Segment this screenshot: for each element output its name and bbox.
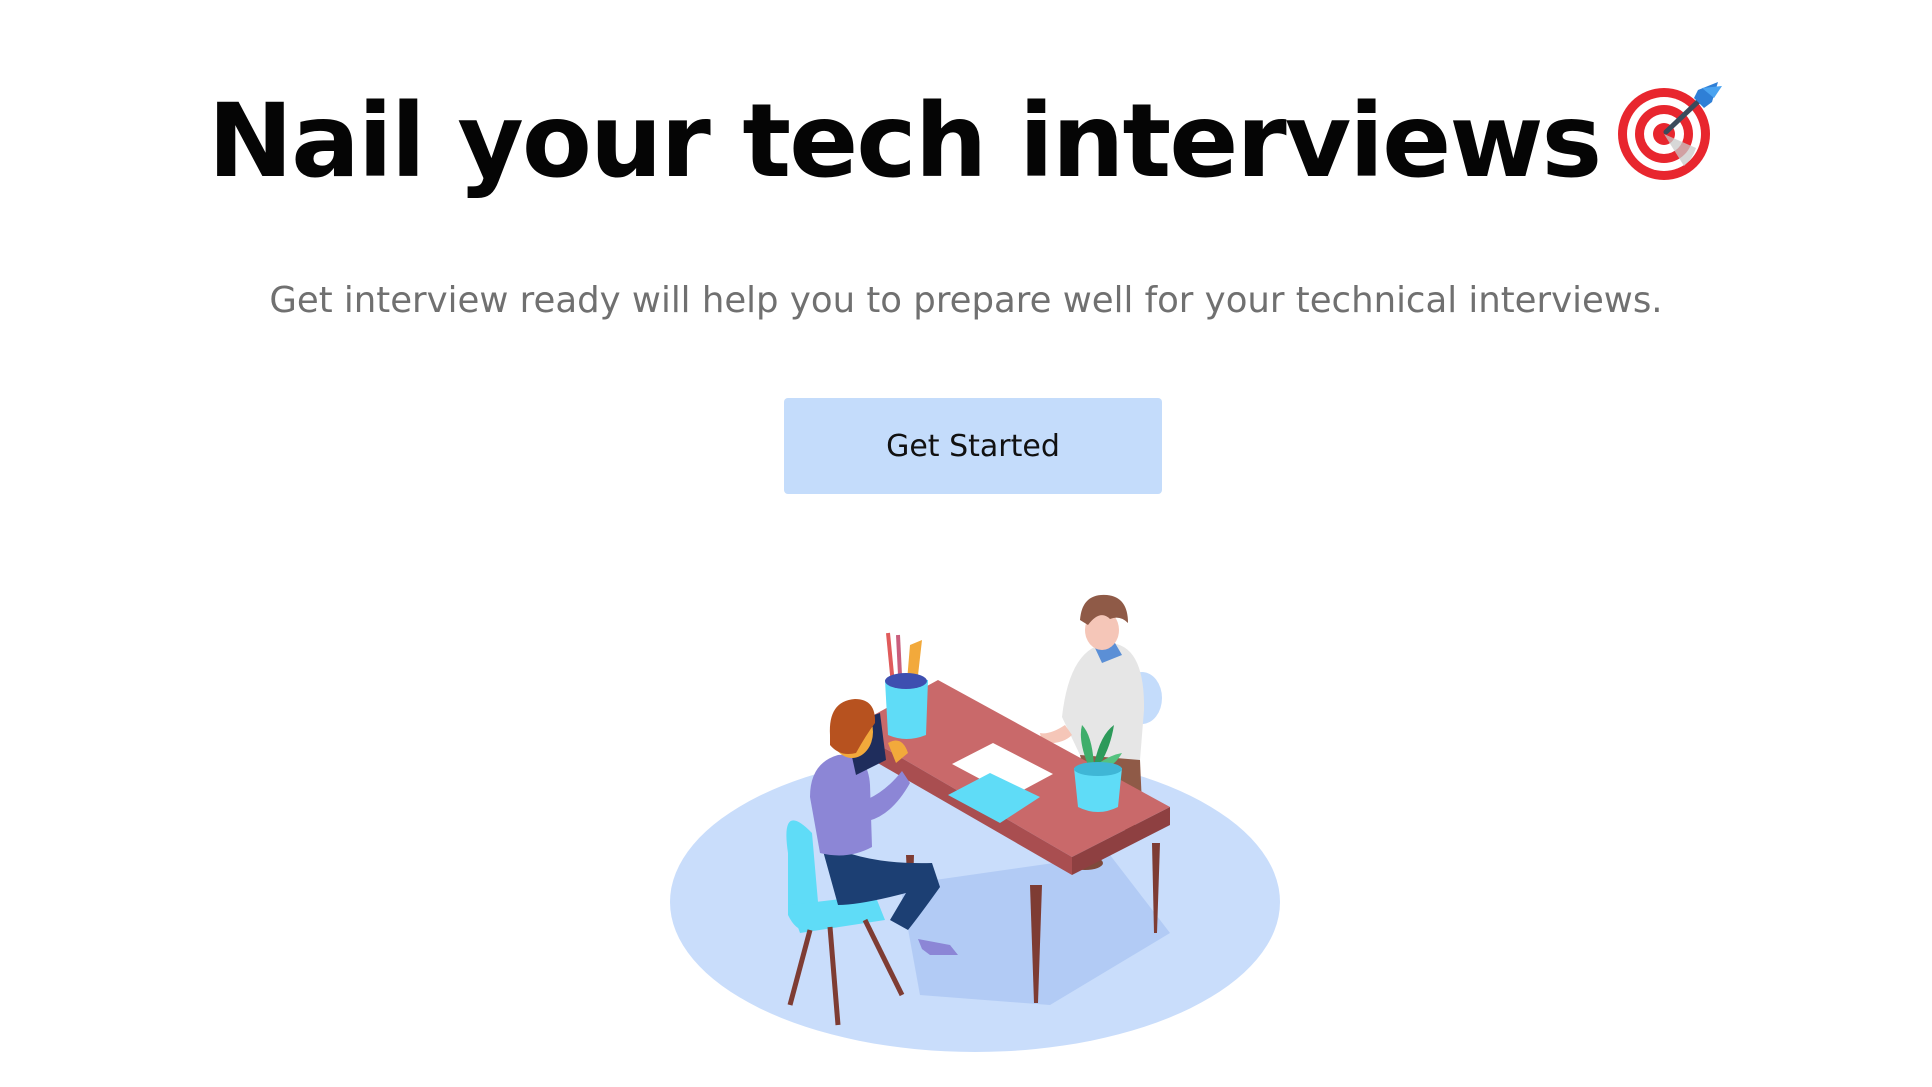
page-title-text: Nail your tech interviews [207,82,1603,201]
landing-page: Nail your tech interviews Get interview … [0,0,1932,1087]
get-started-button[interactable]: Get Started [784,398,1162,494]
pen-cup [885,632,928,739]
page-title: Nail your tech interviews [0,78,1932,202]
interview-table-illustration [670,594,1280,1052]
direct-hit-target-icon [1618,82,1723,180]
hero-subtitle: Get interview ready will help you to pre… [269,280,1663,321]
